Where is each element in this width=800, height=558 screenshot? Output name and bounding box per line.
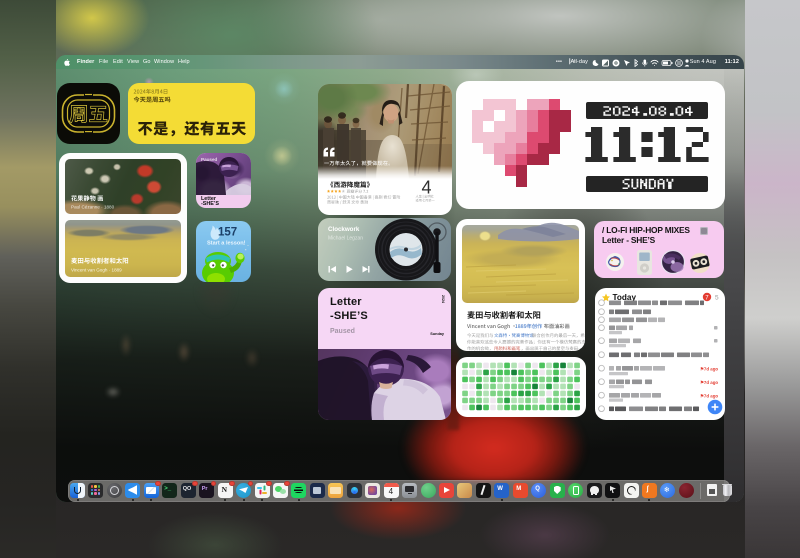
svg-text:Michael Legzan: Michael Legzan [328,236,363,242]
svg-text:5: 5 [715,295,719,302]
svg-text:Vincent van Gogh · 1889: Vincent van Gogh · 1889 [71,268,122,273]
svg-text:⚑7d ago: ⚑7d ago [700,394,718,399]
svg-text:⚑7d ago: ⚑7d ago [700,380,718,385]
svg-text:Paul Cézanne · 1880: Paul Cézanne · 1880 [71,205,115,210]
svg-text:⚑7d ago: ⚑7d ago [700,367,718,372]
svg-text:4: 4 [422,178,432,198]
svg-text:157: 157 [218,227,237,239]
svg-text:Clockwork: Clockwork [328,226,360,233]
svg-text:Start a lesson!: Start a lesson! [207,241,246,247]
